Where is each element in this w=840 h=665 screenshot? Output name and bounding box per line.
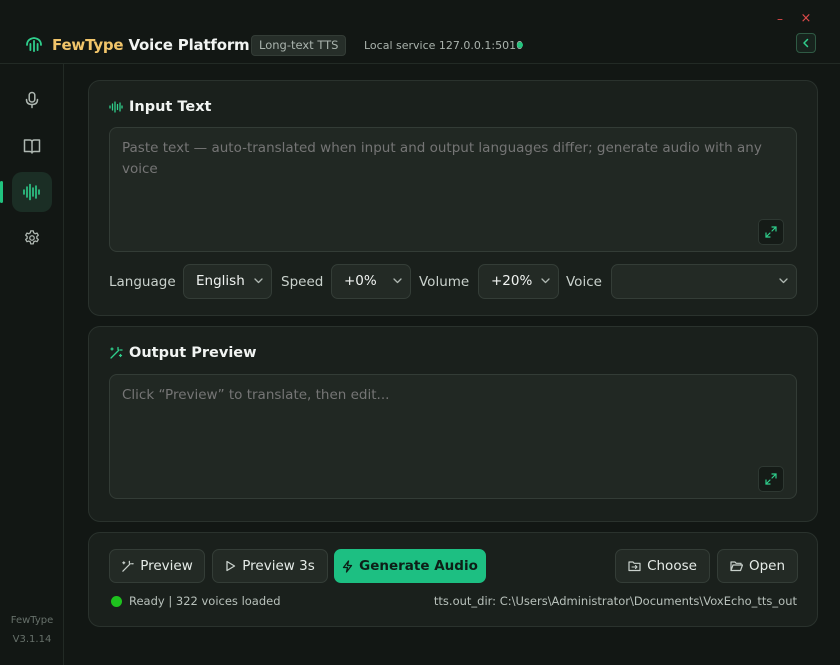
book-icon (23, 139, 41, 154)
output-text-area[interactable] (109, 374, 797, 499)
choose-button-label: Choose (647, 558, 697, 574)
sidebar-item-book[interactable] (12, 126, 52, 166)
chevron-down-icon (393, 278, 402, 284)
sidebar-item-settings[interactable] (12, 218, 52, 258)
output-preview-card: Output Preview (88, 326, 818, 522)
close-button[interactable]: × (800, 12, 812, 26)
volume-value: +20% (491, 273, 533, 289)
sidebar-item-microphone[interactable] (12, 80, 52, 120)
chevron-down-icon (254, 278, 263, 284)
volume-select[interactable]: +20% (478, 264, 559, 299)
service-status: Local service 127.0.0.1:5010 (364, 39, 524, 52)
microphone-icon (25, 91, 39, 109)
waveform-icon (23, 183, 40, 201)
input-text-card: Input Text Language English Speed +0% Vo… (88, 80, 818, 316)
brand-title: FewType Voice Platform (52, 36, 250, 54)
chevron-down-icon (779, 278, 788, 284)
title-bar: FewType Voice Platform Long-text TTS Loc… (0, 0, 840, 64)
minimize-button[interactable]: – (774, 12, 786, 26)
status-dot (111, 596, 122, 607)
preview-3s-button[interactable]: Preview 3s (212, 549, 328, 583)
preview-3s-button-label: Preview 3s (242, 558, 315, 574)
output-expand-button[interactable] (758, 466, 784, 492)
voice-label: Voice (566, 274, 602, 290)
app-name: FewType (10, 615, 54, 626)
expand-icon (765, 226, 777, 238)
language-label: Language (109, 274, 176, 290)
gear-icon (25, 230, 39, 245)
mode-badge: Long-text TTS (251, 35, 347, 56)
sidebar: FewType V3.1.14 (0, 64, 64, 665)
play-icon (226, 560, 236, 572)
speed-value: +0% (344, 273, 377, 289)
choose-button[interactable]: Choose (615, 549, 710, 583)
voice-select[interactable] (611, 264, 797, 299)
open-button-label: Open (748, 558, 786, 574)
open-button[interactable]: Open (717, 549, 798, 583)
active-nav-indicator (0, 181, 3, 203)
preview-button-label: Preview (140, 558, 193, 574)
generate-audio-button-label: Generate Audio (359, 558, 478, 574)
sidebar-item-waveform[interactable] (12, 172, 52, 212)
generate-audio-button[interactable]: Generate Audio (334, 549, 486, 583)
waveform-icon (109, 101, 123, 113)
output-preview-title-label: Output Preview (129, 345, 257, 361)
folder-swap-icon (628, 561, 641, 572)
speed-select[interactable]: +0% (331, 264, 411, 299)
speed-label: Speed (281, 274, 324, 290)
input-expand-button[interactable] (758, 219, 784, 245)
magic-wand-icon (122, 560, 134, 572)
input-text-area[interactable] (109, 127, 797, 252)
input-text-title: Input Text (109, 99, 211, 115)
chevron-down-icon (541, 278, 550, 284)
lightning-icon (342, 559, 353, 573)
input-text-title-label: Input Text (129, 99, 212, 115)
volume-label: Volume (419, 274, 470, 290)
expand-icon (765, 473, 777, 485)
chevron-left-icon (803, 38, 809, 48)
preview-button[interactable]: Preview (109, 549, 205, 583)
status-text: Ready | 322 voices loaded (129, 594, 281, 608)
app-version: V3.1.14 (12, 634, 52, 645)
folder-open-icon (730, 561, 743, 572)
magic-wand-icon (110, 346, 123, 359)
action-bar-card: Preview Preview 3s Generate Audio Choose… (88, 532, 818, 627)
collapse-button[interactable] (796, 33, 816, 53)
language-value: English (196, 273, 245, 289)
brand-second: Voice Platform (128, 36, 250, 54)
language-select[interactable]: English (183, 264, 272, 299)
brand-first: FewType (52, 36, 124, 54)
output-preview-title: Output Preview (109, 345, 257, 361)
output-dir-path: tts.out_dir: C:\Users\Administrator\Docu… (433, 594, 797, 608)
logo-icon (26, 37, 42, 52)
service-status-dot (517, 42, 523, 48)
